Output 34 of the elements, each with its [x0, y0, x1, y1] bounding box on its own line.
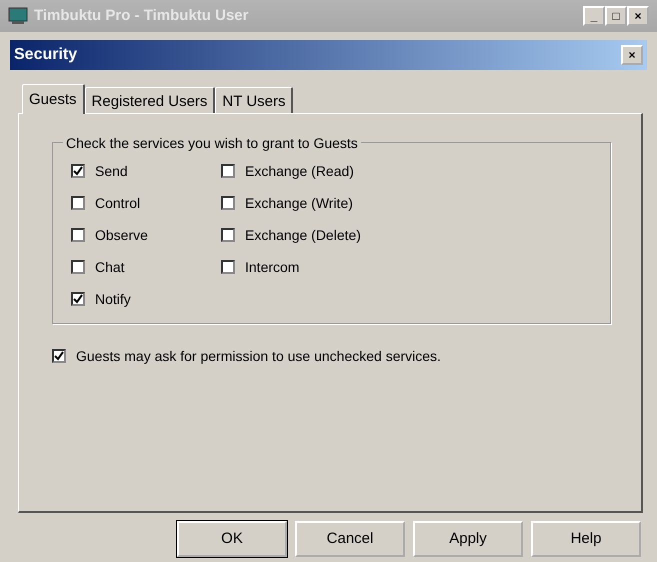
tab[interactable]: NT Users — [215, 87, 294, 113]
checkbox[interactable] — [71, 292, 85, 306]
dialog-button[interactable]: OK — [177, 521, 287, 557]
checkbox-label: Guests may ask for permission to use unchecked services. — [76, 346, 441, 366]
checkbox[interactable] — [221, 228, 235, 242]
dialog-button[interactable]: Cancel — [295, 521, 405, 557]
checkbox[interactable] — [52, 349, 66, 363]
checkbox-label: Control — [95, 194, 140, 212]
checkbox-label: Chat — [95, 258, 125, 276]
dialog-title: Security — [14, 45, 78, 65]
minimize-button[interactable]: _ — [583, 6, 605, 26]
checkbox[interactable] — [71, 164, 85, 178]
checkbox-label: Notify — [95, 290, 131, 309]
checkbox-label: Exchange (Write) — [245, 194, 353, 213]
checkbox-label: Exchange (Delete) — [245, 226, 361, 245]
checkbox[interactable] — [71, 260, 85, 274]
checkbox[interactable] — [221, 164, 235, 178]
app-icon — [8, 7, 28, 25]
window-title: Timbuktu Pro - Timbuktu User — [34, 6, 248, 26]
close-button[interactable]: × — [627, 6, 649, 26]
checkbox[interactable] — [71, 196, 85, 210]
checkbox-label: Exchange (Read) — [245, 162, 354, 181]
tab[interactable]: Guests — [22, 84, 85, 114]
close-button[interactable]: × — [621, 45, 643, 65]
checkbox[interactable] — [71, 228, 85, 242]
dialog-button[interactable]: Apply — [413, 521, 523, 557]
dialog-button[interactable]: Help — [531, 521, 641, 557]
maximize-button[interactable]: □ — [605, 6, 627, 26]
checkbox-label: Intercom — [245, 258, 300, 276]
checkbox-label: Observe — [95, 226, 148, 244]
checkbox[interactable] — [221, 196, 235, 210]
checkbox-label: Send — [95, 162, 128, 180]
checkbox[interactable] — [221, 260, 235, 274]
tab[interactable]: Registered Users — [84, 87, 216, 113]
